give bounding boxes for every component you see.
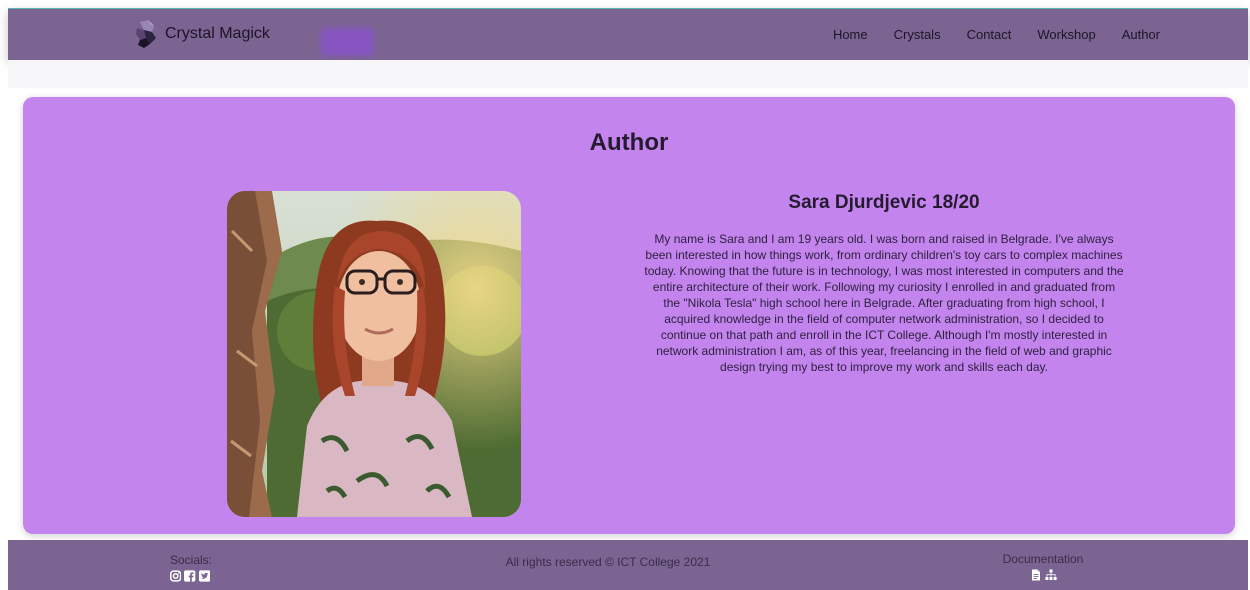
page-title: Author [589, 129, 669, 156]
header-spacer-band [8, 60, 1248, 88]
crystal-icon [136, 20, 156, 48]
author-name: Sara Djurdjevic 18/20 [788, 192, 980, 213]
document-icon[interactable] [1030, 569, 1042, 581]
author-bio-section: Sara Djurdjevic 18/20 My name is Sara an… [643, 192, 1125, 375]
page: Crystal Magick Home Crystals Contact Wor… [0, 0, 1250, 590]
documentation-label: Documentation [1002, 552, 1084, 566]
nav-link-crystals[interactable]: Crystals [894, 27, 941, 42]
nav-link-home[interactable]: Home [833, 27, 868, 42]
instagram-icon[interactable] [170, 570, 182, 582]
sitemap-icon[interactable] [1044, 569, 1057, 581]
nav-highlight-blob [321, 28, 374, 56]
footer: Socials: All rights reserved © ICT Colle… [8, 540, 1248, 590]
nav-link-author[interactable]: Author [1122, 27, 1160, 42]
nav-menu: Home Crystals Contact Workshop Author [833, 9, 1160, 60]
documentation-icons [996, 569, 1090, 581]
author-photo [227, 191, 521, 517]
brand-link[interactable]: Crystal Magick [134, 18, 270, 50]
brand-name: Crystal Magick [165, 25, 270, 42]
footer-documentation: Documentation [996, 552, 1090, 581]
facebook-icon[interactable] [184, 570, 196, 582]
navbar: Crystal Magick Home Crystals Contact Wor… [8, 9, 1248, 60]
author-bio: My name is Sara and I am 19 years old. I… [644, 232, 1124, 374]
nav-link-workshop[interactable]: Workshop [1037, 27, 1095, 42]
nav-link-contact[interactable]: Contact [967, 27, 1012, 42]
twitter-icon[interactable] [198, 570, 210, 582]
author-card: Author Sara Djurdjevic 18/20 My name is … [23, 97, 1235, 534]
social-icons [170, 570, 210, 582]
